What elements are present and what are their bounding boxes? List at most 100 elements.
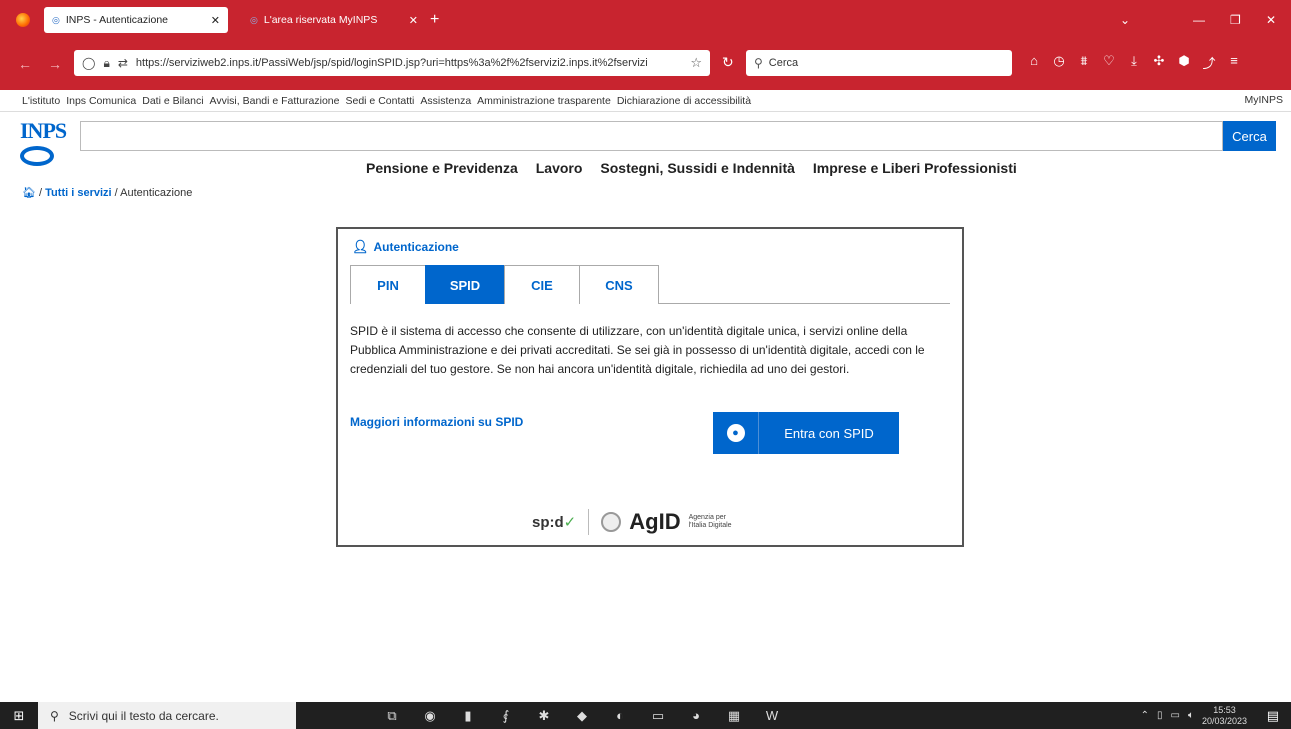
- task-view-icon[interactable]: ⧉: [382, 708, 402, 724]
- tab-list-icon[interactable]: ⌄: [1120, 0, 1130, 40]
- app-icon[interactable]: ▦: [724, 708, 744, 724]
- topmenu-item[interactable]: Sedi e Contatti: [346, 95, 415, 107]
- topmenu-item[interactable]: L'istituto: [22, 95, 60, 107]
- pocket-icon[interactable]: ♡: [1101, 53, 1117, 72]
- ublock-icon[interactable]: ⬢: [1176, 53, 1192, 72]
- spid-info-link[interactable]: Maggiori informazioni su SPID: [350, 415, 523, 429]
- entra-con-spid-button[interactable]: ● Entra con SPID: [713, 412, 899, 454]
- back-icon[interactable]: ←: [18, 56, 32, 72]
- footer-logos: sp:d✓ AgID Agenzia per l'Italia Digitale: [532, 509, 741, 535]
- spid-logo: sp:d✓: [532, 514, 577, 531]
- app-icon[interactable]: ✱: [534, 708, 554, 724]
- site-search-input[interactable]: [80, 121, 1223, 151]
- home-icon[interactable]: ⌂: [1026, 53, 1042, 72]
- main-nav: Pensione e Previdenza Lavoro Sostegni, S…: [366, 160, 1017, 176]
- site-search-button[interactable]: Cerca: [1223, 121, 1276, 151]
- battery-icon[interactable]: ▯: [1157, 710, 1163, 721]
- extension-icon[interactable]: ✣: [1151, 53, 1167, 72]
- browser-tab-active[interactable]: ◎ INPS - Autenticazione ✕: [44, 7, 228, 33]
- close-window-icon[interactable]: ✕: [1266, 0, 1276, 40]
- taskbar-search-placeholder: Scrivi qui il testo da cercare.: [68, 708, 219, 723]
- chevron-up-icon[interactable]: ⌃: [1141, 710, 1149, 721]
- mainnav-item[interactable]: Imprese e Liberi Professionisti: [813, 160, 1017, 176]
- browser-search-input[interactable]: ⚲ Cerca: [746, 50, 1012, 76]
- minimize-icon[interactable]: —: [1193, 0, 1205, 40]
- file-explorer-icon[interactable]: ▭: [648, 708, 668, 724]
- breadcrumb-sep: /: [39, 187, 43, 199]
- auth-title: 👤︎ Autenticazione: [352, 239, 459, 255]
- windows-start-icon[interactable]: ⊞: [0, 702, 38, 729]
- permissions-icon[interactable]: ⇄: [118, 56, 128, 70]
- tab-pin[interactable]: PIN: [350, 265, 426, 304]
- download-icon[interactable]: ⤓: [1126, 53, 1142, 72]
- breadcrumb: 🏠︎ / Tutti i servizi / Autenticazione: [22, 186, 192, 199]
- breadcrumb-link[interactable]: Tutti i servizi: [45, 187, 111, 199]
- search-icon: ⚲: [754, 56, 763, 70]
- mainnav-item[interactable]: Lavoro: [536, 160, 583, 176]
- inps-favicon-icon: ◎: [250, 14, 258, 25]
- search-icon: ⚲: [50, 708, 59, 723]
- topmenu-item[interactable]: Assistenza: [420, 95, 471, 107]
- reload-icon[interactable]: ↻: [722, 54, 734, 71]
- auth-tabs: PIN SPID CIE CNS: [350, 265, 950, 304]
- tab-spid[interactable]: SPID: [425, 265, 505, 304]
- firefox-icon[interactable]: ◕: [686, 708, 706, 724]
- inps-favicon-icon: ◎: [52, 14, 60, 25]
- agid-subtitle: Agenzia per l'Italia Digitale: [688, 514, 732, 529]
- user-icon: 👤︎: [352, 239, 369, 254]
- notification-icon[interactable]: ▤: [1267, 708, 1279, 724]
- tab-cns[interactable]: CNS: [579, 265, 659, 304]
- inps-logo-text: INPS: [20, 118, 67, 143]
- home-icon[interactable]: 🏠︎: [22, 187, 36, 199]
- topmenu-item[interactable]: Dati e Bilanci: [142, 95, 203, 107]
- topmenu-item[interactable]: Dichiarazione di accessibilità: [617, 95, 751, 107]
- agid-logo: AgID: [629, 509, 681, 534]
- inps-logo-emblem-icon: [20, 146, 54, 166]
- bookmark-star-icon[interactable]: ☆: [690, 55, 702, 71]
- myinps-link[interactable]: MyINPS: [1244, 94, 1283, 106]
- tab-label: INPS - Autenticazione: [65, 14, 168, 26]
- new-tab-button[interactable]: +: [430, 11, 439, 29]
- app-icon[interactable]: ◆: [572, 708, 592, 724]
- topmenu-item[interactable]: Avvisi, Bandi e Fatturazione: [210, 95, 340, 107]
- spid-description: SPID è il sistema di accesso che consent…: [350, 324, 925, 376]
- share-icon[interactable]: ⤴: [1201, 53, 1217, 72]
- mainnav-item[interactable]: Sostegni, Sussidi e Indennità: [600, 160, 794, 176]
- edge-icon[interactable]: ◐: [610, 708, 630, 724]
- word-icon[interactable]: W: [762, 708, 782, 724]
- shield-icon[interactable]: ◯: [82, 56, 95, 70]
- clock[interactable]: 15:53 20/03/2023: [1202, 705, 1247, 727]
- close-tab-icon[interactable]: ✕: [409, 14, 418, 27]
- lock-icon[interactable]: 🔒︎: [103, 56, 109, 71]
- auth-card: 👤︎ Autenticazione PIN SPID CIE CNS SPID …: [336, 227, 964, 547]
- browser-tabbar: ◎ INPS - Autenticazione ✕ ◎ L'area riser…: [0, 0, 1291, 40]
- library-icon[interactable]: ⩩: [1076, 53, 1092, 72]
- volume-icon[interactable]: 🔈︎: [1188, 710, 1194, 721]
- app-icon[interactable]: ◉: [420, 708, 440, 724]
- acrobat-icon[interactable]: ⨐: [496, 708, 516, 724]
- toolbar-icons: ⌂ ◷ ⩩ ♡ ⤓ ✣ ⬢ ⤴ ≡: [1026, 53, 1242, 72]
- breadcrumb-sep: /: [114, 187, 118, 199]
- logo-divider: [588, 509, 590, 535]
- topmenu-item[interactable]: Inps Comunica: [66, 95, 136, 107]
- url-bar[interactable]: ◯ 🔒︎ ⇄ https://serviziweb2.inps.it/Passi…: [74, 50, 710, 76]
- tab-cie[interactable]: CIE: [504, 265, 580, 304]
- firefox-logo-icon[interactable]: [16, 13, 30, 27]
- search-placeholder: Cerca: [768, 57, 799, 69]
- topmenu-item[interactable]: Amministrazione trasparente: [477, 95, 611, 107]
- forward-icon[interactable]: →: [48, 56, 62, 72]
- site-top-menu: L'istituto Inps Comunica Dati e Bilanci …: [0, 90, 1291, 112]
- spid-button-label: Entra con SPID: [784, 425, 874, 441]
- browser-navbar: ← → ◯ 🔒︎ ⇄ https://serviziweb2.inps.it/P…: [0, 40, 1291, 90]
- restore-icon[interactable]: ❐: [1230, 0, 1241, 40]
- taskbar-search[interactable]: ⚲ Scrivi qui il testo da cercare.: [38, 702, 296, 729]
- browser-tab-myinps[interactable]: ◎ L'area riservata MyINPS ✕: [242, 7, 426, 33]
- url-text[interactable]: https://serviziweb2.inps.it/PassiWeb/jsp…: [136, 57, 682, 69]
- app-icon[interactable]: ▮: [458, 708, 478, 724]
- inps-logo[interactable]: INPS: [20, 118, 67, 178]
- menu-icon[interactable]: ≡: [1226, 53, 1242, 72]
- network-icon[interactable]: ▭: [1171, 710, 1180, 721]
- mainnav-item[interactable]: Pensione e Previdenza: [366, 160, 518, 176]
- close-tab-icon[interactable]: ✕: [211, 14, 220, 27]
- history-icon[interactable]: ◷: [1051, 53, 1067, 72]
